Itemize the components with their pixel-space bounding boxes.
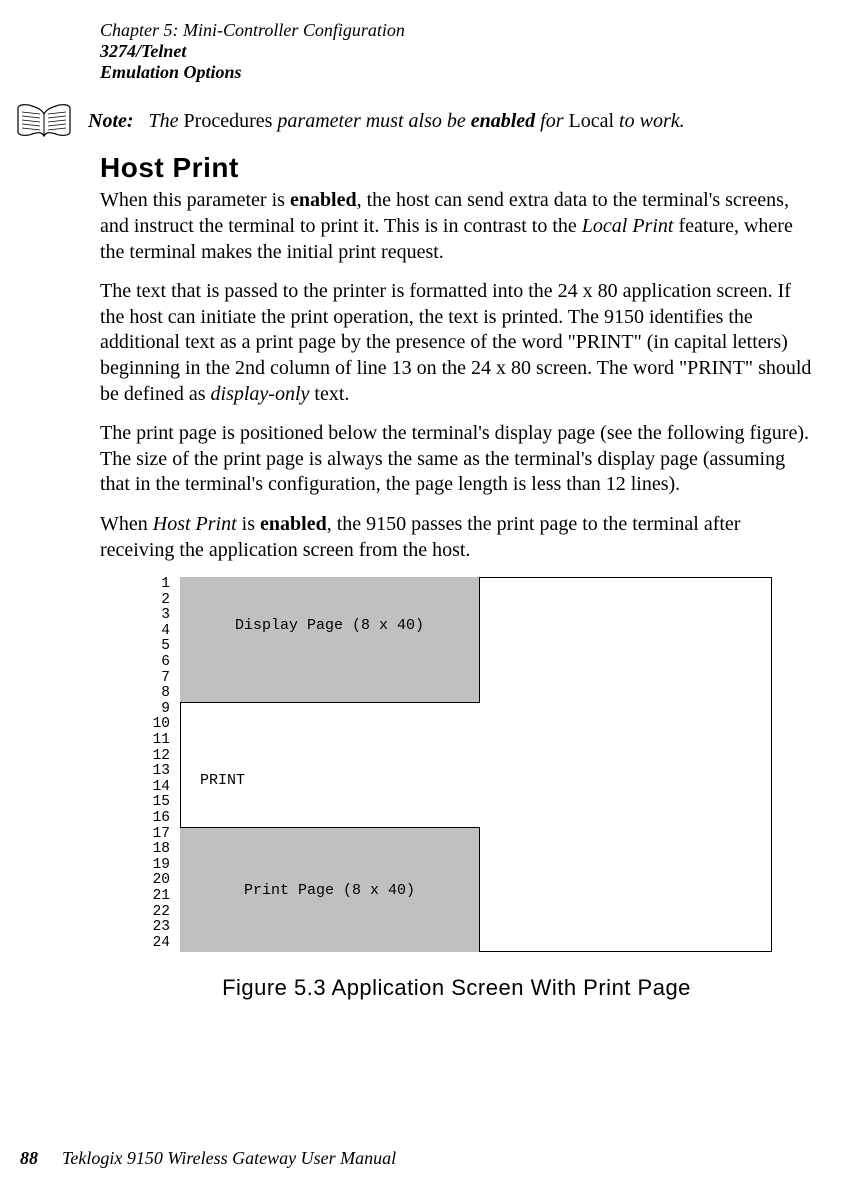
figure-caption: Figure 5.3 Application Screen With Print… <box>100 975 813 1001</box>
host-print-heading: Host Print <box>100 152 813 184</box>
note-roman2: Local <box>569 110 615 132</box>
section-line2: Emulation Options <box>100 62 242 82</box>
figure-5-3: 1 2 3 4 5 6 7 8 9 10 11 12 13 14 15 16 1… <box>140 577 780 957</box>
note-label: Note: <box>88 110 134 132</box>
p2-a: The text that is passed to the printer i… <box>100 280 811 404</box>
p2-c: text. <box>309 383 349 405</box>
display-page-box: Display Page (8 x 40) <box>180 577 480 703</box>
p1-a: When this parameter is <box>100 189 290 211</box>
para-1: When this parameter is enabled, the host… <box>100 188 813 265</box>
note-t2: parameter must also be <box>272 110 470 132</box>
book-icon <box>16 102 72 142</box>
note-t4: to work. <box>614 110 685 132</box>
page-number: 88 <box>20 1148 38 1168</box>
note-t3: for <box>535 110 568 132</box>
print-page-label: Print Page (8 x 40) <box>244 882 415 899</box>
page-footer: 88 Teklogix 9150 Wireless Gateway User Ma… <box>20 1148 396 1169</box>
section-line1: 3274/Telnet <box>100 41 186 61</box>
note-text: Note: The Procedures parameter must also… <box>88 102 685 133</box>
p1-b: enabled <box>290 189 357 211</box>
note-roman1: Procedures <box>184 110 273 132</box>
note-t1: The <box>149 110 184 132</box>
p4-b: Host Print <box>153 513 237 535</box>
para-3: The print page is positioned below the t… <box>100 421 813 498</box>
note-bold1: enabled <box>471 110 535 132</box>
p2-b: display-only <box>211 383 310 405</box>
p4-a: When <box>100 513 153 535</box>
section-header: 3274/Telnet Emulation Options <box>100 41 813 82</box>
chapter-header: Chapter 5: Mini-Controller Configuration <box>100 20 813 41</box>
note-block: Note: The Procedures parameter must also… <box>16 102 813 142</box>
p4-d: enabled <box>260 513 327 535</box>
print-page-box: Print Page (8 x 40) <box>180 827 480 952</box>
p4-c: is <box>237 513 260 535</box>
row-numbers: 1 2 3 4 5 6 7 8 9 10 11 12 13 14 15 16 1… <box>140 577 170 951</box>
para-2: The text that is passed to the printer i… <box>100 279 813 407</box>
para-4: When Host Print is enabled, the 9150 pas… <box>100 512 813 563</box>
footer-title: Teklogix 9150 Wireless Gateway User Manu… <box>62 1148 396 1168</box>
p1-d: Local Print <box>582 215 674 237</box>
print-word: PRINT <box>200 772 245 789</box>
display-page-label: Display Page (8 x 40) <box>235 617 424 634</box>
